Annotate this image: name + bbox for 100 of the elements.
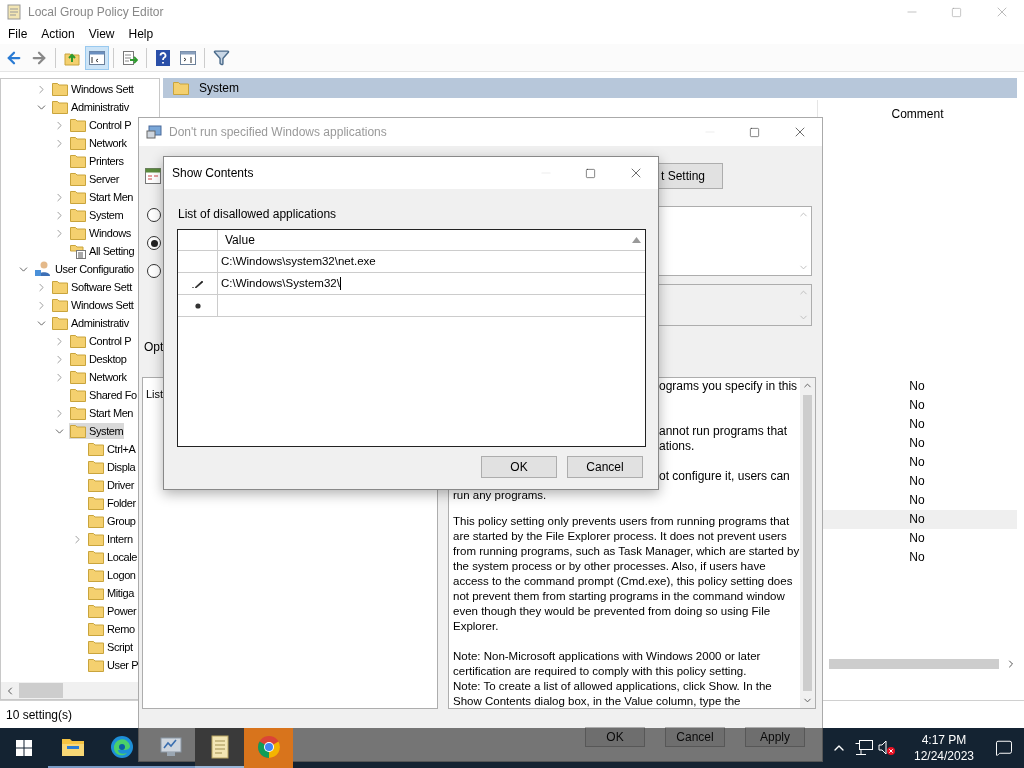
folder-icon (52, 280, 68, 294)
tree-item[interactable]: Administrativ (51, 314, 130, 332)
notification-icon[interactable] (995, 739, 1013, 757)
value-input-field[interactable]: C:\Windows\System32\ (218, 273, 645, 294)
horizontal-scrollbar[interactable] (829, 659, 999, 669)
folder-icon (173, 81, 189, 95)
tree-item[interactable]: Driver (87, 476, 135, 494)
chrome-browser-icon (256, 735, 281, 759)
help-text: run any programs. (453, 488, 548, 503)
console-tree-button[interactable] (85, 45, 109, 70)
folder-icon (70, 208, 86, 222)
tree-item[interactable]: Start Men (69, 404, 135, 422)
help-text: ograms you specify in this (659, 379, 799, 394)
tree-item[interactable]: Remo (87, 620, 136, 638)
tree-item[interactable]: Folder (87, 494, 137, 512)
folder-icon (88, 496, 104, 510)
comment-field[interactable] (657, 206, 812, 276)
folder-icon (88, 568, 104, 582)
options-text: List (146, 388, 164, 400)
folder-icon (70, 226, 86, 240)
setting-icon (145, 168, 161, 184)
maximize-icon (951, 6, 962, 18)
radio-button[interactable] (147, 236, 161, 250)
tree-item[interactable]: Group (87, 512, 137, 530)
edge-browser-icon (109, 735, 134, 759)
tree-item[interactable]: Shared Fo (69, 386, 138, 404)
dialog-button[interactable]: OK (481, 456, 557, 478)
tree-item[interactable]: Windows Sett (51, 80, 135, 98)
tree-item[interactable]: System (69, 422, 125, 440)
radio-button[interactable] (147, 264, 161, 278)
tree-item[interactable]: Printers (69, 152, 125, 170)
maximize-icon (585, 167, 596, 179)
asterisk-icon (194, 302, 201, 309)
menu-item[interactable]: View (81, 25, 122, 43)
tree-item[interactable]: User Configuratio (33, 260, 135, 278)
window-title: Local Group Policy Editor (28, 4, 164, 21)
clock[interactable]: 4:17 PM 12/24/2023 (904, 732, 984, 764)
folder-icon (70, 388, 86, 402)
tree-item[interactable]: Ctrl+A (87, 440, 137, 458)
folder-icon (88, 514, 104, 528)
options-label: Opt (144, 340, 165, 355)
tree-item[interactable]: Script (87, 638, 134, 656)
dialog-button[interactable]: OK (585, 727, 645, 747)
sort-arrow-icon (632, 237, 641, 243)
network-icon[interactable] (855, 740, 873, 756)
value-cell[interactable]: C:\Windows\system32\net.exe (218, 251, 645, 272)
folder-icon (52, 82, 68, 96)
column-header[interactable]: Value (218, 230, 645, 250)
tree-item[interactable]: Locale (87, 548, 138, 566)
action-pane-icon (180, 50, 196, 65)
tree-item[interactable]: Administrativ (51, 98, 130, 116)
folder-icon (88, 460, 104, 474)
menu-item[interactable]: File (1, 25, 35, 43)
tree-item[interactable]: Windows Sett (51, 296, 135, 314)
list-label: List of disallowed applications (178, 207, 338, 222)
tree-item[interactable]: Desktop (69, 350, 128, 368)
folder-title: System (199, 80, 239, 97)
tree-item[interactable]: Control P (69, 116, 133, 134)
scroll-document-icon (208, 735, 231, 759)
tree-item[interactable]: Network (69, 368, 128, 386)
muted-speaker-icon[interactable] (878, 740, 896, 756)
radio-button[interactable] (147, 208, 161, 222)
dialog-title: Show Contents (172, 165, 254, 182)
help-text: ot configure it, users can (659, 469, 791, 484)
help-icon (155, 48, 171, 67)
dialog-button[interactable]: Cancel (567, 456, 643, 478)
tree-item[interactable]: Server (69, 170, 120, 188)
pencil-icon (191, 279, 204, 288)
tree-item[interactable]: Logon (87, 566, 137, 584)
tree-item[interactable]: Displa (87, 458, 137, 476)
tree-item[interactable]: System (69, 206, 125, 224)
dialog-button[interactable]: Cancel (665, 727, 725, 747)
app-icon (7, 4, 21, 20)
tree-item[interactable]: Start Men (69, 188, 135, 206)
tree-item[interactable]: Network (69, 134, 128, 152)
folder-icon (70, 334, 86, 348)
tree-item[interactable]: Windows (69, 224, 132, 242)
server-manager-icon (157, 736, 184, 758)
menu-item[interactable]: Action (34, 25, 82, 43)
folder-icon (70, 190, 86, 204)
tree-item[interactable]: Intern (87, 530, 134, 548)
tree-item[interactable]: User P (87, 656, 140, 674)
folder-icon (70, 352, 86, 366)
folder-icon (88, 640, 104, 654)
taskbar-app[interactable] (195, 728, 244, 768)
folder-icon (70, 172, 86, 186)
tree-item[interactable]: Mitiga (87, 584, 135, 602)
folder-icon (70, 136, 86, 150)
tree-item[interactable]: All Setting (69, 242, 136, 260)
help-text: This policy setting only prevents users from running programs that are started by the File Explorer process. It does not prevent users from running programs, such as Task Manager, which are started by the system process or by other processes. Also, if users have access to the command prompt (Cmd.exe), this policy setting does not prevent them from starting programs in the command window even though they would be prevented from doing so using File Explorer. (453, 514, 801, 634)
comment-cell-text: No (908, 397, 926, 414)
maximize-icon (749, 126, 760, 138)
tree-item[interactable]: Control P (69, 332, 133, 350)
dialog-button[interactable]: Apply (745, 727, 805, 747)
tree-item[interactable]: Power (87, 602, 138, 620)
export-list-icon (122, 49, 138, 66)
menu-item[interactable]: Help (121, 25, 161, 43)
vertical-scrollbar[interactable] (800, 378, 815, 708)
folder-icon (88, 550, 104, 564)
tree-item[interactable]: Software Sett (51, 278, 133, 296)
